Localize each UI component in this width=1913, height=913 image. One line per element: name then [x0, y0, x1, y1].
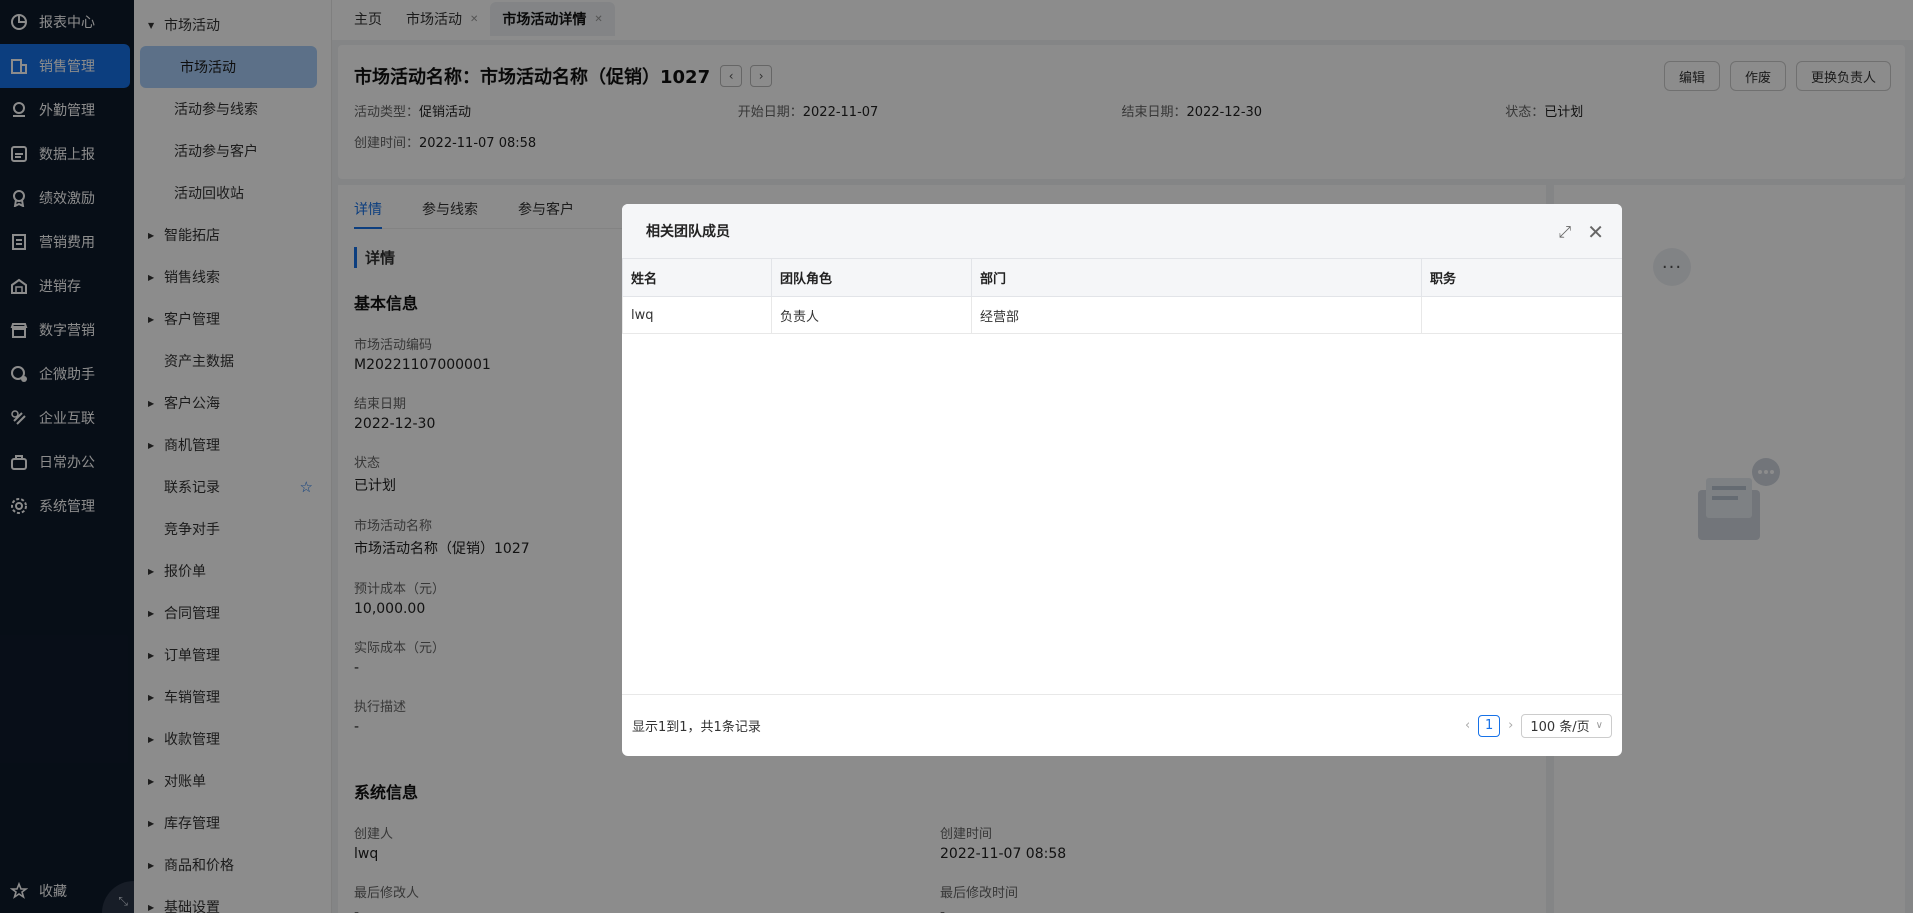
column-header[interactable]: 团队角色 [771, 258, 972, 297]
table-cell: lwq [622, 296, 772, 334]
column-header[interactable]: 部门 [971, 258, 1422, 297]
table-cell [1421, 296, 1622, 334]
column-header[interactable]: 姓名 [622, 258, 772, 297]
team-members-table: 姓名 团队角色 部门 职务 lwq 负责人 经营部 [622, 258, 1622, 334]
table-cell: 经营部 [971, 296, 1422, 334]
modal-title: 相关团队成员 [646, 224, 730, 240]
table-cell: 负责人 [771, 296, 972, 334]
chevron-down-icon: ∨ [1595, 720, 1603, 731]
modal-footer: 显示1到1，共1条记录 ‹ 1 › 100 条/页 ∨ [622, 694, 1622, 756]
next-page-icon[interactable]: › [1508, 718, 1513, 733]
record-count: 显示1到1，共1条记录 [632, 720, 761, 735]
column-header[interactable]: 职务 [1421, 258, 1622, 297]
prev-page-icon[interactable]: ‹ [1465, 718, 1470, 733]
page-size-select[interactable]: 100 条/页 ∨ [1521, 713, 1612, 738]
table-row[interactable]: lwq 负责人 经营部 [622, 296, 1622, 334]
page-number-button[interactable]: 1 [1478, 714, 1501, 737]
pagination: ‹ 1 › 100 条/页 ∨ [1465, 713, 1612, 738]
modal-header: 相关团队成员 [622, 204, 1622, 258]
fullscreen-icon[interactable]: ⤢ [1558, 222, 1571, 242]
close-icon[interactable]: ✕ [1587, 220, 1604, 244]
team-members-modal: 相关团队成员 ⤢ ✕ 姓名 团队角色 部门 职务 lwq 负责人 经营部 显示1到1，共1… [622, 204, 1622, 756]
